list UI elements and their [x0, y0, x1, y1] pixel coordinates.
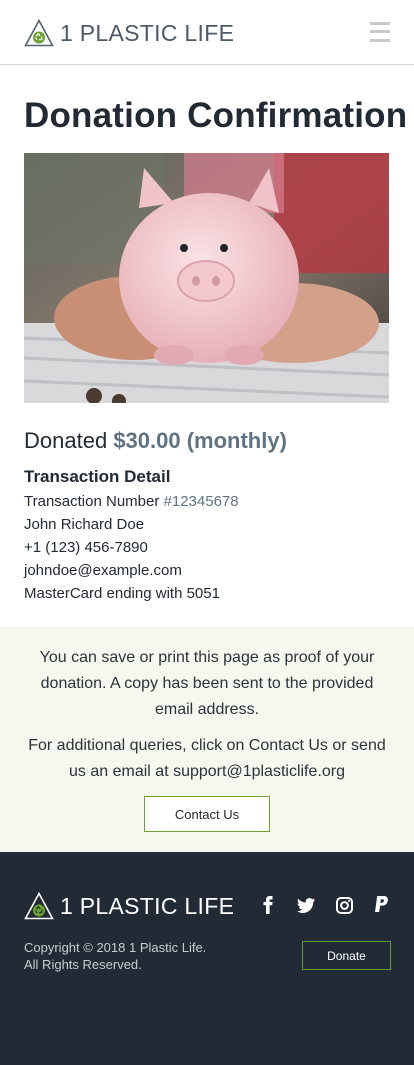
payment-method: MasterCard ending with 5051	[24, 585, 220, 602]
transaction-number-value: #12345678	[163, 493, 239, 510]
site-header: 1 PLASTIC LIFE	[0, 0, 414, 65]
save-print-notice: You can save or print this page as proof…	[39, 649, 375, 718]
donor-name: John Richard Doe	[24, 516, 145, 533]
brand-logo[interactable]: 1 PLASTIC LIFE	[24, 18, 234, 48]
piggy-bank-photo	[24, 153, 389, 403]
twitter-icon[interactable]	[296, 895, 316, 915]
donation-summary: Donated $30.00 (monthly)	[24, 428, 287, 454]
footer-brand-name: 1 PLASTIC LIFE	[60, 892, 235, 919]
rights-reserved-line: All Rights Reserved.	[24, 957, 142, 972]
donate-button[interactable]: Donate	[302, 941, 391, 970]
donor-phone: +1 (123) 456-7890	[24, 539, 148, 556]
transaction-number-label: Transaction Number	[24, 493, 160, 510]
footer-brand-logo[interactable]: 1 PLASTIC LIFE	[24, 891, 234, 921]
copyright-text: Copyright © 2018 1 Plastic Life. All Rig…	[24, 939, 244, 973]
site-footer: 1 PLASTIC LIFE Copyright © 2018 1 Plasti…	[0, 852, 414, 1065]
instagram-icon[interactable]	[334, 895, 354, 915]
recycle-triangle-icon	[24, 19, 54, 47]
page-title: Donation Confirmation	[24, 96, 408, 135]
queries-notice: For additional queries, click on Contact…	[28, 737, 386, 780]
contact-us-button[interactable]: Contact Us	[144, 796, 270, 832]
donor-email: johndoe@example.com	[24, 562, 182, 579]
donated-amount: $30.00 (monthly)	[113, 428, 287, 453]
paypal-icon[interactable]	[371, 895, 391, 915]
copyright-line: Copyright © 2018 1 Plastic Life.	[24, 940, 207, 955]
brand-name: 1 PLASTIC LIFE	[60, 19, 235, 46]
facebook-icon[interactable]	[258, 895, 278, 915]
transaction-number: Transaction Number #12345678	[24, 493, 239, 510]
proof-notice: You can save or print this page as proof…	[0, 627, 414, 852]
transaction-detail-heading: Transaction Detail	[24, 467, 171, 486]
hamburger-menu-icon[interactable]	[370, 22, 390, 43]
recycle-triangle-icon	[24, 892, 54, 920]
donated-label: Donated	[24, 428, 108, 453]
